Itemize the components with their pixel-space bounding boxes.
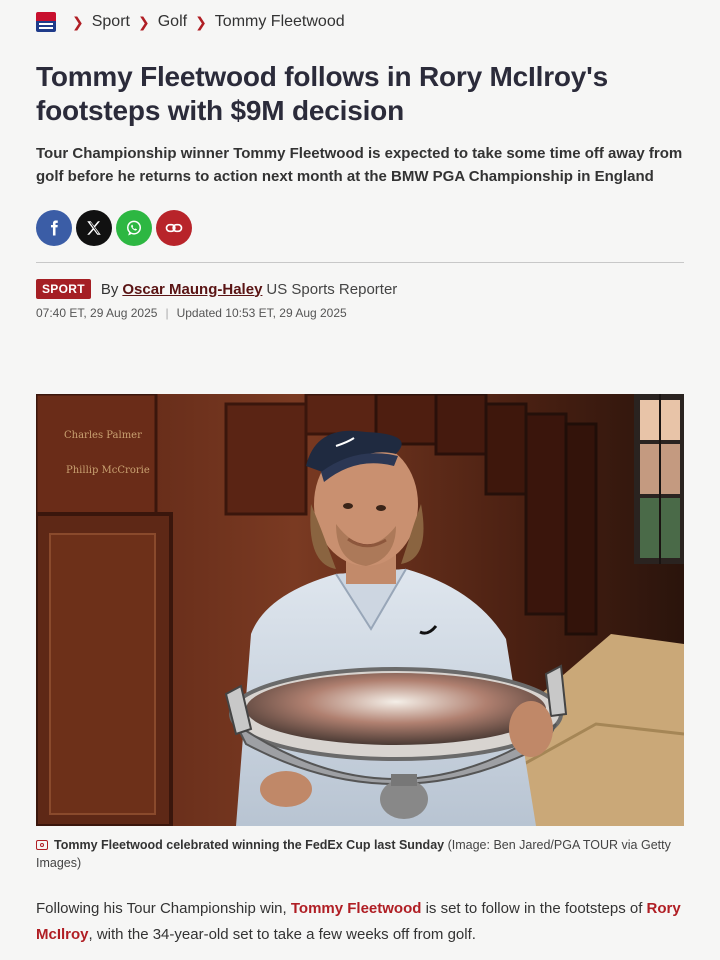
updated-time: Updated 10:53 ET, 29 Aug 2025: [176, 306, 347, 320]
author-role: US Sports Reporter: [266, 280, 398, 298]
breadcrumb-tommy-fleetwood[interactable]: Tommy Fleetwood: [215, 13, 345, 31]
paragraph-text: Following his Tour Championship win,: [36, 900, 291, 917]
date-separator: |: [165, 306, 169, 320]
paragraph-text: is set to follow in the footsteps of: [421, 900, 647, 917]
published-time: 07:40 ET, 29 Aug 2025: [36, 306, 158, 320]
breadcrumb-golf[interactable]: Golf: [158, 13, 187, 31]
article-dates: 07:40 ET, 29 Aug 2025 | Updated 10:53 ET…: [36, 306, 347, 320]
divider: [36, 262, 684, 263]
share-x-button[interactable]: [76, 210, 112, 246]
section-badge[interactable]: SPORT: [36, 279, 91, 299]
site-logo-icon[interactable]: [36, 12, 56, 32]
article-standfirst: Tour Championship winner Tommy Fleetwood…: [36, 145, 683, 185]
chevron-right-icon: ❯: [72, 13, 84, 30]
whatsapp-icon: [127, 220, 141, 236]
author-link[interactable]: Oscar Maung-Haley: [122, 281, 262, 298]
breadcrumb: ❯ Sport ❯ Golf ❯ Tommy Fleetwood: [36, 10, 345, 34]
camera-icon: [36, 840, 48, 850]
tommy-fleetwood-link[interactable]: Tommy Fleetwood: [291, 900, 422, 917]
image-caption: Tommy Fleetwood celebrated winning the F…: [36, 836, 686, 872]
caption-text: Tommy Fleetwood celebrated winning the F…: [54, 838, 445, 852]
x-icon: [87, 221, 101, 235]
nameplate-text: Phillip McCrorie: [66, 465, 150, 476]
paragraph-text: , with the 34-year-old set to take a few…: [88, 926, 476, 943]
facebook-icon: [51, 220, 58, 236]
article-page: ❯ Sport ❯ Golf ❯ Tommy Fleetwood Tommy F…: [0, 0, 720, 960]
chevron-right-icon: ❯: [195, 13, 207, 30]
chevron-right-icon: ❯: [137, 13, 150, 30]
copy-link-button[interactable]: [156, 210, 192, 246]
share-facebook-button[interactable]: [36, 210, 72, 246]
link-icon: [165, 223, 183, 233]
nameplate-text: Charles Palmer: [64, 430, 142, 441]
breadcrumb-sport[interactable]: Sport: [92, 13, 130, 31]
golfer-with-trophy-image: Charles Palmer Phillip McCrorie: [36, 394, 684, 826]
byline: SPORT By Oscar Maung-Haley US Sports Rep…: [36, 279, 397, 299]
byline-prefix: By: [100, 280, 119, 298]
article-headline: Tommy Fleetwood follows in Rory McIlroy'…: [36, 61, 609, 126]
article-paragraph: Following his Tour Championship win, Tom…: [36, 896, 686, 948]
share-bar: [36, 210, 192, 246]
article-hero-image[interactable]: Charles Palmer Phillip McCrorie: [36, 394, 684, 826]
share-whatsapp-button[interactable]: [116, 210, 152, 246]
